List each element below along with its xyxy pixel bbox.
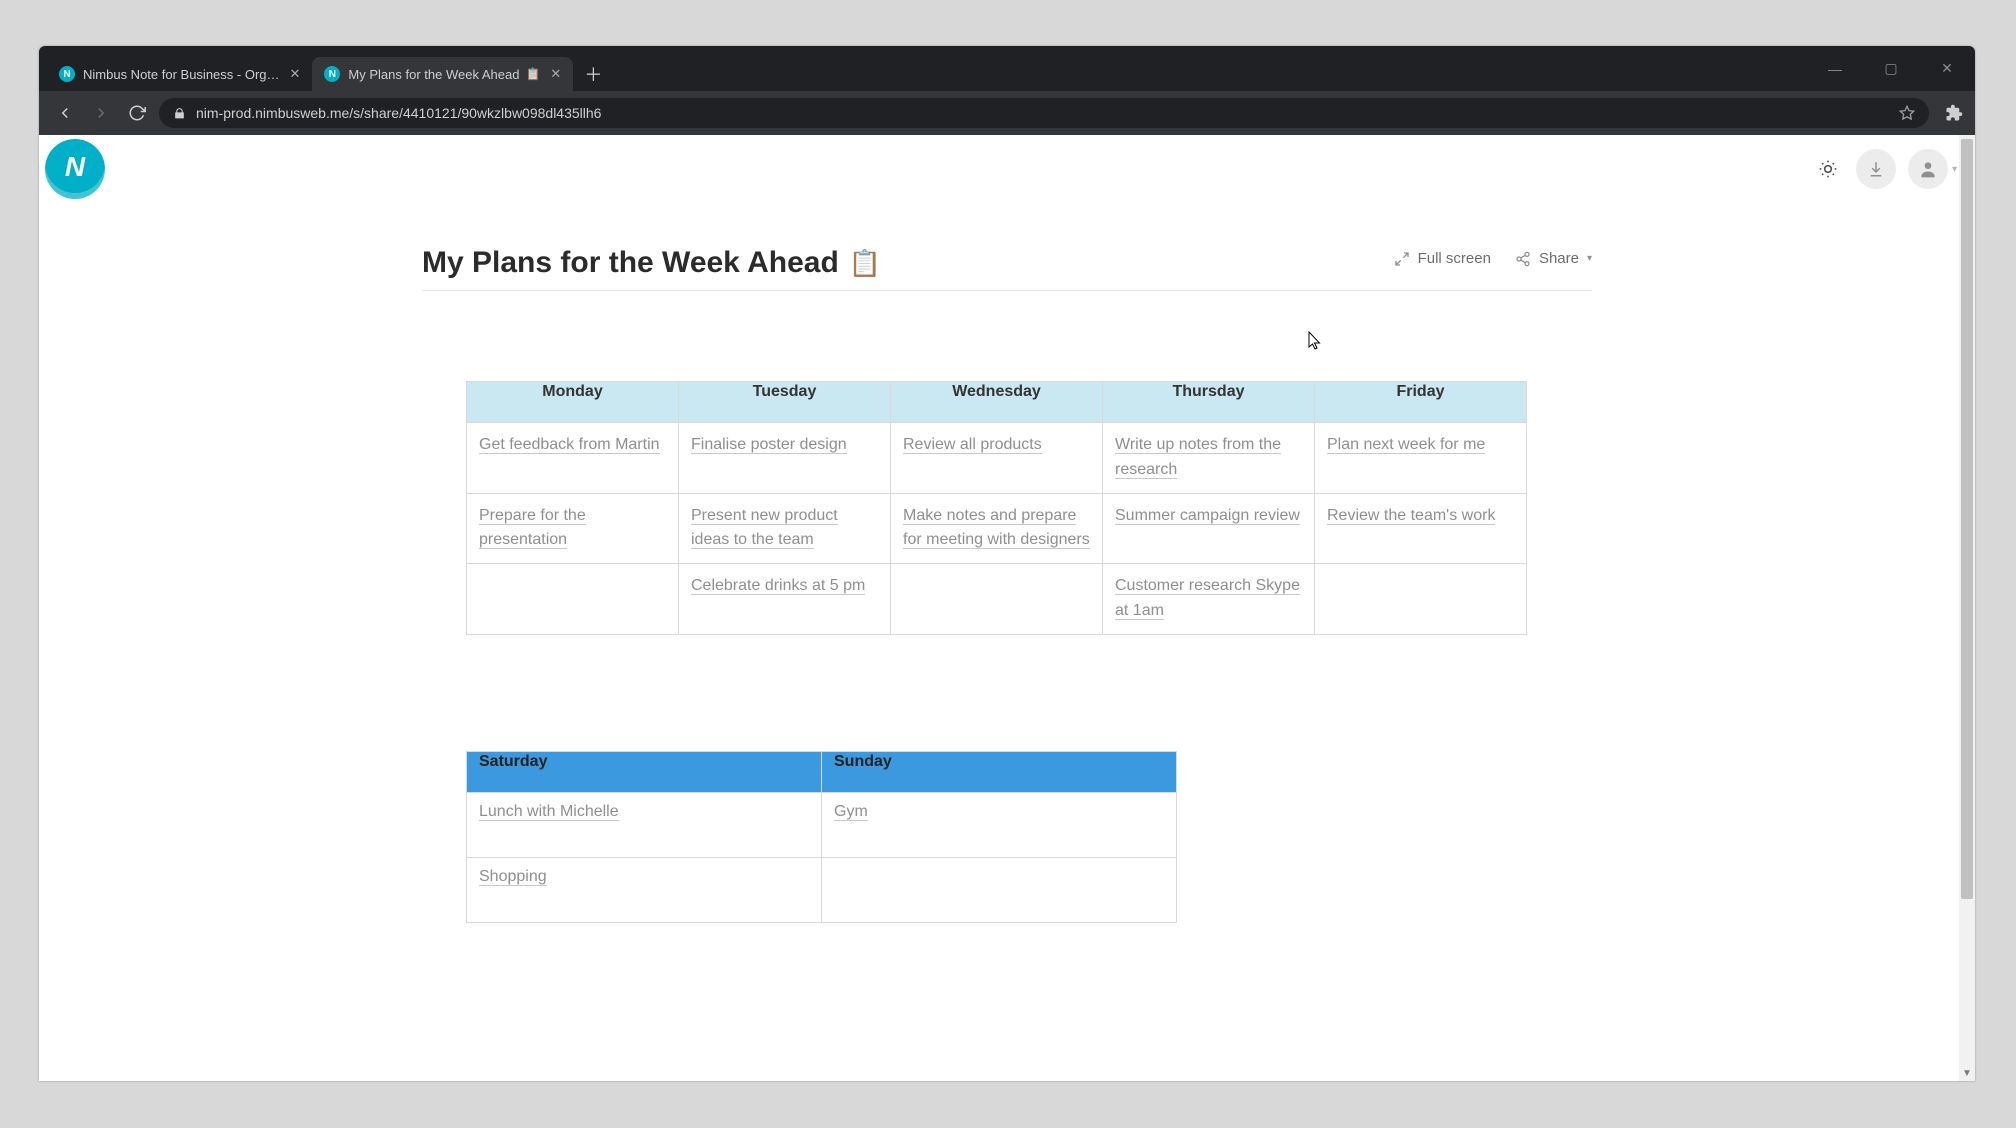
app-topbar: N ▾: [39, 135, 1975, 204]
tab-title: My Plans for the Week Ahead: [348, 67, 519, 82]
task-cell[interactable]: Shopping: [467, 857, 822, 922]
col-tuesday: Tuesday: [679, 382, 891, 423]
task-link[interactable]: Customer research Skype at 1am: [1115, 577, 1300, 620]
tab-title: Nimbus Note for Business - Org…: [83, 67, 280, 82]
scrollbar-thumb[interactable]: [1961, 139, 1973, 899]
table-row: Prepare for the presentation Present new…: [467, 493, 1527, 564]
nimbus-favicon-icon: N: [324, 66, 340, 82]
window-controls: — ▢ ✕: [1807, 46, 1975, 91]
task-cell[interactable]: [822, 857, 1177, 922]
maximize-button[interactable]: ▢: [1863, 46, 1919, 91]
task-link[interactable]: Plan next week for me: [1327, 436, 1485, 454]
close-icon[interactable]: ✕: [550, 66, 561, 82]
page-viewport: N ▾ Full screen Share: [39, 135, 1975, 1081]
theme-toggle-button[interactable]: [1812, 153, 1844, 185]
task-link[interactable]: Get feedback from Martin: [479, 436, 660, 454]
task-cell[interactable]: Gym: [822, 792, 1177, 857]
task-cell[interactable]: [1315, 564, 1527, 635]
clipboard-icon: 📋: [849, 248, 881, 279]
task-link[interactable]: Present new product ideas to the team: [691, 507, 838, 550]
back-button[interactable]: [51, 99, 79, 127]
table-header-row: Saturday Sunday: [467, 751, 1177, 792]
reload-button[interactable]: [123, 99, 151, 127]
chevron-down-icon: ▾: [1587, 253, 1592, 264]
browser-tabs: N Nimbus Note for Business - Org… ✕ N My…: [39, 46, 607, 91]
brand-letter: N: [65, 151, 85, 183]
task-cell[interactable]: Get feedback from Martin: [467, 423, 679, 494]
task-link[interactable]: Prepare for the presentation: [479, 507, 586, 550]
address-input[interactable]: nim-prod.nimbusweb.me/s/share/4410121/90…: [159, 98, 1929, 128]
task-cell[interactable]: Customer research Skype at 1am: [1103, 564, 1315, 635]
task-link[interactable]: Review all products: [903, 436, 1042, 454]
task-cell[interactable]: Plan next week for me: [1315, 423, 1527, 494]
task-cell[interactable]: Review all products: [891, 423, 1103, 494]
forward-button[interactable]: [87, 99, 115, 127]
account-caret-icon[interactable]: ▾: [1952, 164, 1957, 175]
lock-icon: [173, 107, 186, 120]
fullscreen-label: Full screen: [1418, 250, 1491, 267]
weekdays-table: Monday Tuesday Wednesday Thursday Friday…: [466, 381, 1527, 635]
col-thursday: Thursday: [1103, 382, 1315, 423]
new-tab-button[interactable]: ＋: [579, 60, 607, 88]
task-cell[interactable]: [467, 564, 679, 635]
table-row: Lunch with Michelle Gym: [467, 792, 1177, 857]
nimbus-favicon-icon: N: [59, 66, 75, 82]
task-link[interactable]: Finalise poster design: [691, 436, 847, 454]
browser-addressbar: nim-prod.nimbusweb.me/s/share/4410121/90…: [39, 91, 1975, 135]
browser-titlebar: N Nimbus Note for Business - Org… ✕ N My…: [39, 46, 1975, 91]
expand-icon: [1394, 251, 1410, 267]
task-cell[interactable]: Write up notes from the research: [1103, 423, 1315, 494]
task-cell[interactable]: Prepare for the presentation: [467, 493, 679, 564]
document: Full screen Share ▾ My Plans for the Wee…: [422, 246, 1592, 923]
task-link[interactable]: Summer campaign review: [1115, 507, 1300, 525]
fullscreen-button[interactable]: Full screen: [1394, 250, 1491, 267]
clipboard-icon: 📋: [525, 67, 540, 81]
col-friday: Friday: [1315, 382, 1527, 423]
col-saturday: Saturday: [467, 751, 822, 792]
title-text: My Plans for the Week Ahead: [422, 246, 839, 280]
task-cell[interactable]: Lunch with Michelle: [467, 792, 822, 857]
task-link[interactable]: Write up notes from the research: [1115, 436, 1281, 479]
close-window-button[interactable]: ✕: [1919, 46, 1975, 91]
table-row: Shopping: [467, 857, 1177, 922]
task-link[interactable]: Gym: [834, 803, 868, 821]
close-icon[interactable]: ✕: [290, 66, 301, 82]
task-link[interactable]: Lunch with Michelle: [479, 803, 619, 821]
task-cell[interactable]: Summer campaign review: [1103, 493, 1315, 564]
bookmark-star-icon[interactable]: [1899, 105, 1915, 121]
document-actions: Full screen Share ▾: [1394, 250, 1592, 267]
account-button[interactable]: [1908, 149, 1948, 189]
browser-tab-0[interactable]: N Nimbus Note for Business - Org… ✕: [47, 57, 312, 91]
browser-window: N Nimbus Note for Business - Org… ✕ N My…: [39, 46, 1975, 1081]
task-cell[interactable]: Make notes and prepare for meeting with …: [891, 493, 1103, 564]
task-link[interactable]: Make notes and prepare for meeting with …: [903, 507, 1090, 550]
download-button[interactable]: [1856, 149, 1896, 189]
task-cell[interactable]: [891, 564, 1103, 635]
task-cell[interactable]: Celebrate drinks at 5 pm: [679, 564, 891, 635]
task-link[interactable]: Celebrate drinks at 5 pm: [691, 577, 865, 595]
brand-logo[interactable]: N: [45, 139, 105, 199]
weekend-table: Saturday Sunday Lunch with Michelle Gym …: [466, 751, 1177, 923]
col-sunday: Sunday: [822, 751, 1177, 792]
col-wednesday: Wednesday: [891, 382, 1103, 423]
extensions-icon[interactable]: [1945, 104, 1963, 122]
table-row: Celebrate drinks at 5 pm Customer resear…: [467, 564, 1527, 635]
url-text: nim-prod.nimbusweb.me/s/share/4410121/90…: [196, 105, 1889, 121]
share-icon: [1515, 251, 1531, 267]
task-cell[interactable]: Review the team's work: [1315, 493, 1527, 564]
table-row: Get feedback from Martin Finalise poster…: [467, 423, 1527, 494]
scrollbar[interactable]: ▲ ▼: [1959, 135, 1975, 1081]
task-link[interactable]: Shopping: [479, 868, 547, 886]
table-header-row: Monday Tuesday Wednesday Thursday Friday: [467, 382, 1527, 423]
share-button[interactable]: Share ▾: [1515, 250, 1592, 267]
minimize-button[interactable]: —: [1807, 46, 1863, 91]
share-label: Share: [1539, 250, 1579, 267]
title-divider: [422, 290, 1592, 291]
task-cell[interactable]: Present new product ideas to the team: [679, 493, 891, 564]
browser-tab-1[interactable]: N My Plans for the Week Ahead 📋 ✕: [312, 57, 573, 91]
task-cell[interactable]: Finalise poster design: [679, 423, 891, 494]
task-link[interactable]: Review the team's work: [1327, 507, 1495, 525]
col-monday: Monday: [467, 382, 679, 423]
scroll-down-arrow-icon[interactable]: ▼: [1959, 1065, 1975, 1081]
